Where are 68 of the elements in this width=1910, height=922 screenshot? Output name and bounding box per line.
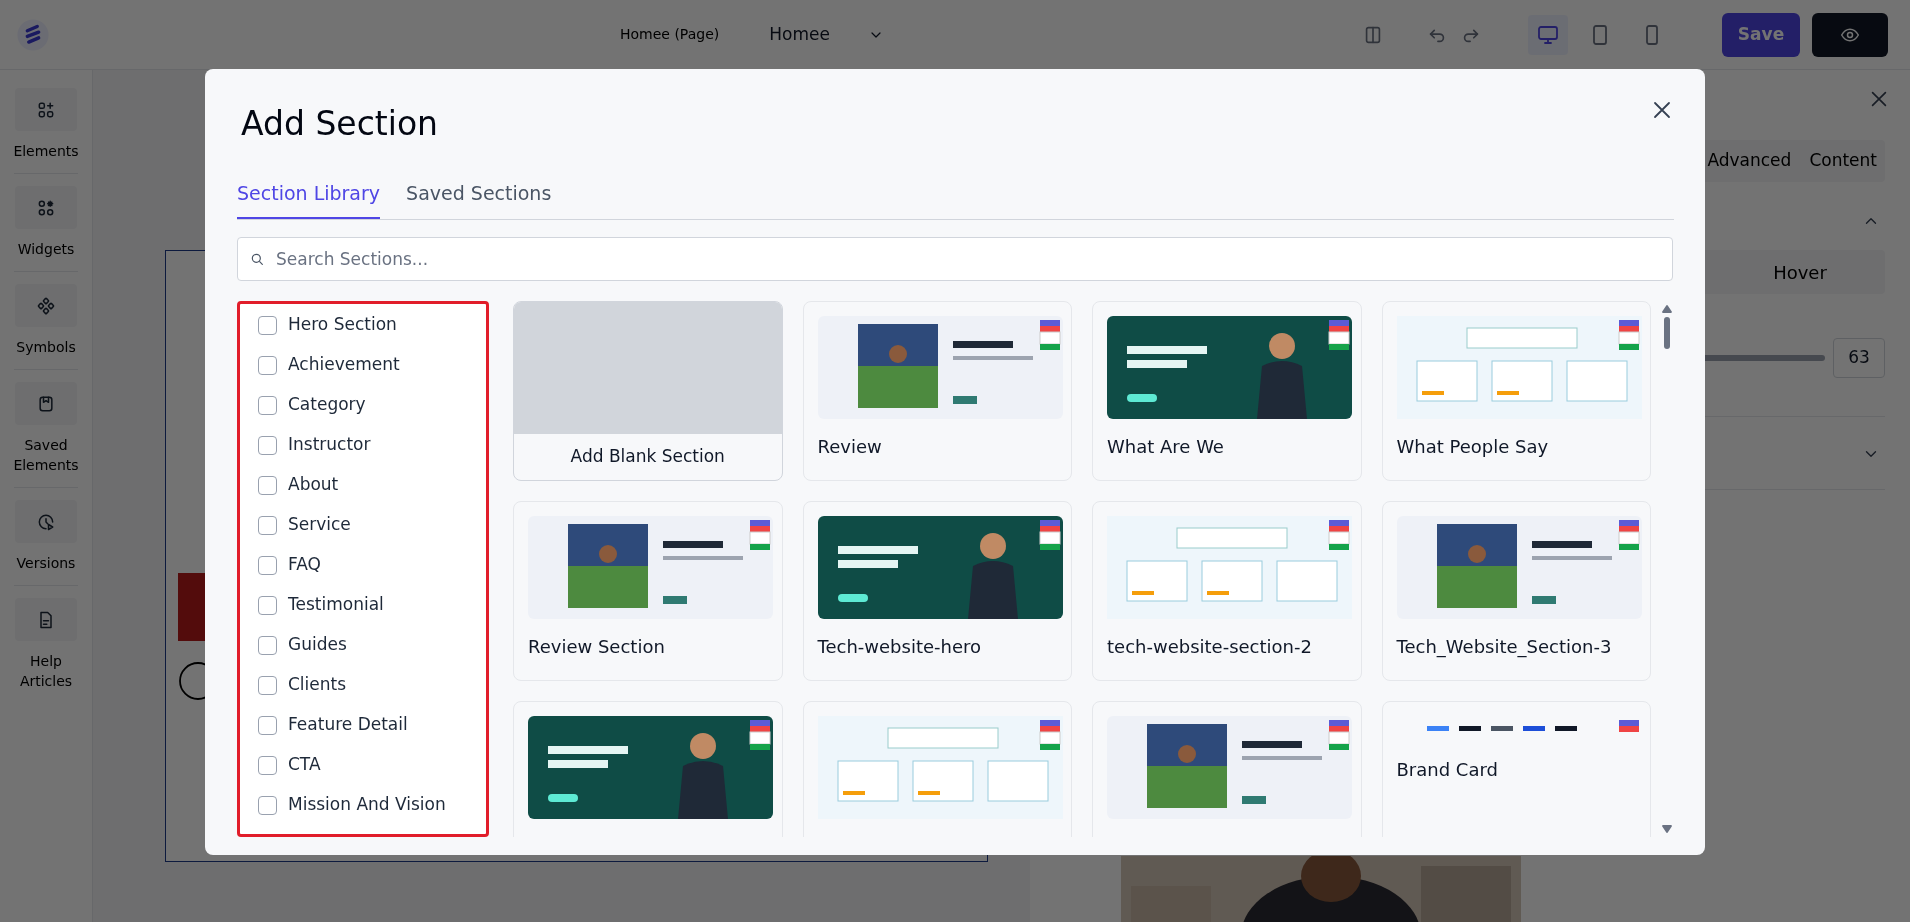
checkbox[interactable] [258,435,277,455]
desktop-view-button[interactable] [1528,14,1568,55]
category-option[interactable]: CTA [258,754,486,776]
checkbox[interactable] [258,395,277,415]
sidebar-item[interactable]: Versions [14,487,78,573]
page-select[interactable]: Homee [769,21,884,48]
sidebar-item[interactable]: Help Articles [14,585,78,691]
page-type-label: Homee (Page) [620,25,720,44]
card-title: What People Say [1396,435,1550,459]
card-title: What Are We [1107,435,1225,459]
category-option[interactable]: Service [258,514,486,536]
category-option[interactable]: Instructor [258,434,486,456]
section-card[interactable]: Review [802,301,1072,481]
checkbox[interactable] [258,475,277,495]
category-option[interactable]: FAQ [258,554,486,576]
checkbox[interactable] [258,715,277,735]
dialog-tab[interactable]: Saved Sections [406,178,552,219]
scroll-up-icon [1662,305,1672,313]
section-card[interactable]: tech-website-section-2 [1092,501,1362,681]
category-option[interactable]: Hero Section [258,314,486,336]
checkbox[interactable] [258,515,277,535]
search-field[interactable]: Search Sections... [237,237,1673,281]
section-card[interactable]: Tech-website-hero [802,501,1072,681]
category-option[interactable]: About [258,474,486,496]
category-option[interactable]: Clients [258,674,486,696]
checkbox[interactable] [258,635,277,655]
card-title: Tech-website-hero [817,635,983,659]
inspector-tab[interactable]: Advanced [1705,148,1794,174]
inspector-tab[interactable]: Content [1807,148,1879,174]
section-card[interactable]: Review Section [513,501,783,681]
scroll-down-icon [1662,825,1672,833]
sidebar-item[interactable]: Widgets [14,173,78,259]
checkbox[interactable] [258,315,277,335]
card-title: Review Section [528,635,666,659]
scrollbar-thumb[interactable] [1664,317,1670,349]
dialog-title: Add Section [241,103,438,145]
dialog-tab[interactable]: Section Library [237,178,381,219]
preview-button[interactable] [1812,12,1888,57]
search-icon [249,251,265,267]
checkbox[interactable] [258,755,277,775]
category-option[interactable]: Testimonial [258,594,486,616]
card-title: tech-website-section-2 [1107,635,1313,659]
section-card[interactable]: Tech_Website_Section-3 [1381,501,1651,681]
sidebar-item[interactable]: Saved Elements [14,369,78,475]
symbols-icon [36,295,56,316]
card-title: Review [817,435,883,459]
checkbox[interactable] [258,595,277,615]
checkbox[interactable] [258,795,277,815]
logo-icon [16,17,50,52]
checkbox[interactable] [258,555,277,575]
state-tab[interactable]: Hover [1715,250,1885,294]
section-card[interactable] [1092,701,1362,837]
checkbox[interactable] [258,675,277,695]
category-option[interactable]: Category [258,394,486,416]
section-card[interactable]: Brand Card [1381,701,1651,837]
category-option[interactable]: Guides [258,634,486,656]
value-field[interactable]: 63 [1833,338,1885,378]
card-title: Tech_Website_Section-3 [1396,635,1613,660]
blank-section-card[interactable]: Add Blank Section [513,301,783,481]
section-card[interactable]: What Are We [1092,301,1362,481]
category-option[interactable]: Feature Detail [258,714,486,736]
card-title: Brand Card [1396,758,1499,782]
sidebar-item[interactable]: Symbols [14,271,78,357]
category-option[interactable]: Mission And Vision [258,794,486,816]
category-option[interactable]: Achievement [258,354,486,376]
checkbox[interactable] [258,355,277,375]
section-card[interactable]: What People Say [1381,301,1651,481]
section-card[interactable] [513,701,783,837]
